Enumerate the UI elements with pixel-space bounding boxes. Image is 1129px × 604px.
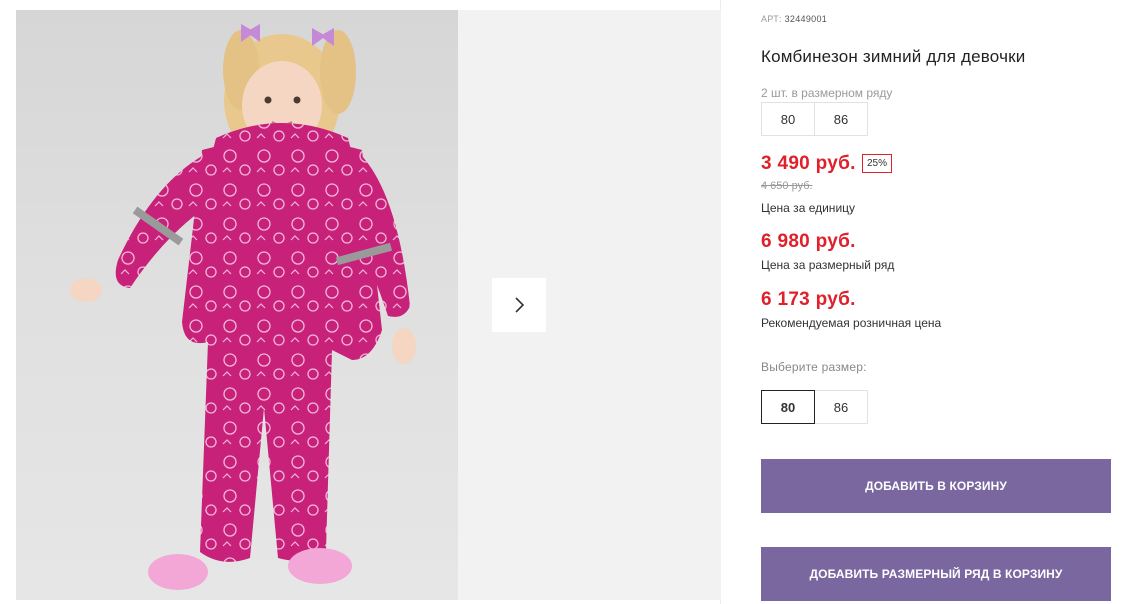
unit-price: 3 490 руб.: [761, 153, 856, 174]
choose-size-label: Выберите размер:: [761, 360, 867, 374]
add-to-cart-button[interactable]: Добавить в корзину: [761, 459, 1111, 513]
pack-price-label: Цена за размерный ряд: [761, 258, 895, 272]
size-option-86[interactable]: 86: [814, 390, 868, 424]
chevron-right-icon: [515, 297, 525, 313]
size-option-80[interactable]: 80: [761, 390, 815, 424]
pack-price: 6 980 руб.: [761, 231, 856, 252]
next-image-button[interactable]: [492, 278, 546, 332]
pack-size-item: 80: [761, 102, 815, 136]
pack-note: 2 шт. в размерном ряду: [761, 86, 893, 100]
product-info: АРТ: 32449001 Комбинезон зимний для дево…: [761, 0, 1121, 604]
retail-price-label: Рекомендуемая розничная цена: [761, 316, 942, 330]
article-value: 32449001: [784, 14, 828, 24]
size-selector: 80 86: [761, 390, 868, 424]
article-number: АРТ: 32449001: [761, 14, 827, 24]
article-prefix: АРТ:: [761, 14, 782, 24]
product-title: Комбинезон зимний для девочки: [761, 47, 1026, 66]
child-in-snowsuit-illustration: [70, 24, 416, 590]
retail-price: 6 173 руб.: [761, 289, 856, 310]
pack-size-list: 80 86: [761, 102, 868, 136]
discount-badge: 25%: [862, 154, 893, 173]
pack-size-item: 86: [814, 102, 868, 136]
product-page: АРТ: 32449001 Комбинезон зимний для дево…: [0, 0, 1129, 604]
product-photo[interactable]: [16, 10, 458, 600]
old-price: 4 650 руб.: [761, 180, 813, 192]
product-gallery: [0, 0, 721, 604]
add-pack-to-cart-button[interactable]: Добавить размерный ряд в корзину: [761, 547, 1111, 601]
unit-price-label: Цена за единицу: [761, 201, 856, 215]
